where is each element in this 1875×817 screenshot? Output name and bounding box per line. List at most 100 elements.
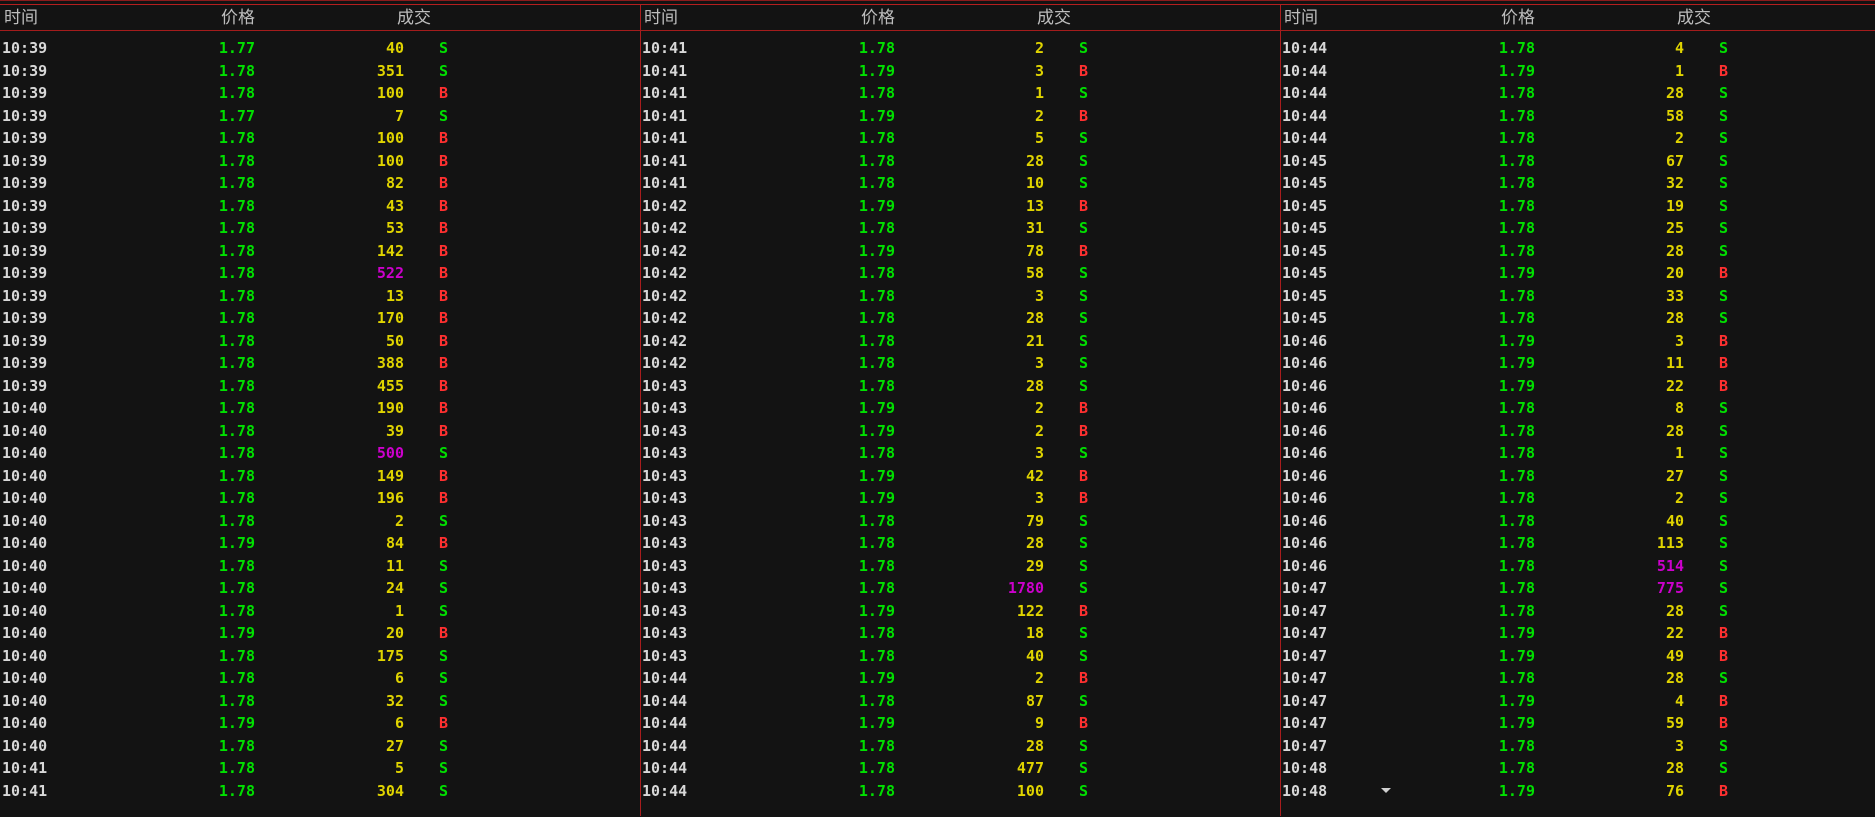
trade-row[interactable]: 10:47 1.79 49 B [1280, 645, 1875, 668]
trade-row[interactable]: 10:43 1.78 40 S [640, 645, 1280, 668]
trade-row[interactable]: 10:46 1.78 1 S [1280, 442, 1875, 465]
trade-row[interactable]: 10:45 1.78 33 S [1280, 285, 1875, 308]
trade-row[interactable]: 10:40 1.78 149 B [0, 465, 640, 488]
trade-row[interactable]: 10:47 1.79 22 B [1280, 622, 1875, 645]
trade-row[interactable]: 10:46 1.78 514 S [1280, 555, 1875, 578]
trade-row[interactable]: 10:45 1.78 25 S [1280, 217, 1875, 240]
trade-row[interactable]: 10:44 1.78 4 S [1280, 37, 1875, 60]
trade-row[interactable]: 10:40 1.78 190 B [0, 397, 640, 420]
trade-row[interactable]: 10:43 1.78 28 S [640, 375, 1280, 398]
trade-row[interactable]: 10:46 1.79 11 B [1280, 352, 1875, 375]
trade-row[interactable]: 10:40 1.79 20 B [0, 622, 640, 645]
trade-row[interactable]: 10:46 1.78 27 S [1280, 465, 1875, 488]
trade-row[interactable]: 10:41 1.79 3 B [640, 60, 1280, 83]
trade-row[interactable]: 10:40 1.78 27 S [0, 735, 640, 758]
trade-row[interactable]: 10:40 1.78 6 S [0, 667, 640, 690]
trade-row[interactable]: 10:39 1.78 142 B [0, 240, 640, 263]
trade-row[interactable]: 10:42 1.78 58 S [640, 262, 1280, 285]
trade-row[interactable]: 10:44 1.78 2 S [1280, 127, 1875, 150]
trade-row[interactable]: 10:44 1.78 100 S [640, 780, 1280, 803]
trade-row[interactable]: 10:44 1.78 477 S [640, 757, 1280, 780]
trade-row[interactable]: 10:40 1.78 2 S [0, 510, 640, 533]
trade-row[interactable]: 10:43 1.78 79 S [640, 510, 1280, 533]
trade-row[interactable]: 10:40 1.78 32 S [0, 690, 640, 713]
trade-rows[interactable]: 10:44 1.78 4 S 10:44 1.79 1 B 10:44 1.78 28 S 10:44 1… [1280, 37, 1875, 802]
trade-row[interactable]: 10:40 1.78 196 B [0, 487, 640, 510]
trade-row[interactable]: 10:47 1.78 28 S [1280, 600, 1875, 623]
trade-row[interactable]: 10:44 1.78 28 S [1280, 82, 1875, 105]
trade-row[interactable]: 10:43 1.79 2 B [640, 397, 1280, 420]
trade-row[interactable]: 10:40 1.78 175 S [0, 645, 640, 668]
trade-row[interactable]: 10:42 1.78 31 S [640, 217, 1280, 240]
trade-row[interactable]: 10:45 1.79 20 B [1280, 262, 1875, 285]
trade-row[interactable]: 10:43 1.79 2 B [640, 420, 1280, 443]
trade-row[interactable]: 10:40 1.78 500 S [0, 442, 640, 465]
trade-row[interactable]: 10:42 1.78 3 S [640, 285, 1280, 308]
trade-row[interactable]: 10:46 1.79 22 B [1280, 375, 1875, 398]
trade-row[interactable]: 10:46 1.78 113 S [1280, 532, 1875, 555]
trade-row[interactable]: 10:43 1.78 28 S [640, 532, 1280, 555]
trade-row[interactable]: 10:46 1.78 2 S [1280, 487, 1875, 510]
trade-row[interactable]: 10:43 1.78 3 S [640, 442, 1280, 465]
trade-row[interactable]: 10:47 1.78 3 S [1280, 735, 1875, 758]
trade-row[interactable]: 10:40 1.79 6 B [0, 712, 640, 735]
trade-row[interactable]: 10:44 1.79 1 B [1280, 60, 1875, 83]
trade-row[interactable]: 10:39 1.78 388 B [0, 352, 640, 375]
trade-row[interactable]: 10:40 1.79 84 B [0, 532, 640, 555]
trade-row[interactable]: 10:39 1.78 100 B [0, 150, 640, 173]
trade-row[interactable]: 10:39 1.78 53 B [0, 217, 640, 240]
trade-row[interactable]: 10:45 1.78 28 S [1280, 240, 1875, 263]
trade-row[interactable]: 10:39 1.78 43 B [0, 195, 640, 218]
trade-row[interactable]: 10:48 1.78 28 S [1280, 757, 1875, 780]
trade-row[interactable]: 10:48 1.79 76 B [1280, 780, 1875, 803]
trade-row[interactable]: 10:43 1.78 1780 S [640, 577, 1280, 600]
trade-row[interactable]: 10:45 1.78 28 S [1280, 307, 1875, 330]
trade-row[interactable]: 10:42 1.78 28 S [640, 307, 1280, 330]
trade-row[interactable]: 10:44 1.78 28 S [640, 735, 1280, 758]
trade-row[interactable]: 10:39 1.78 522 B [0, 262, 640, 285]
trade-row[interactable]: 10:39 1.77 40 S [0, 37, 640, 60]
trade-row[interactable]: 10:41 1.78 10 S [640, 172, 1280, 195]
trade-rows[interactable]: 10:39 1.77 40 S 10:39 1.78 351 S 10:39 1.78 100 B 10… [0, 37, 640, 802]
trade-row[interactable]: 10:40 1.78 24 S [0, 577, 640, 600]
trade-row[interactable]: 10:39 1.78 82 B [0, 172, 640, 195]
trade-row[interactable]: 10:45 1.78 67 S [1280, 150, 1875, 173]
trade-row[interactable]: 10:41 1.78 2 S [640, 37, 1280, 60]
trade-row[interactable]: 10:39 1.78 100 B [0, 82, 640, 105]
trade-row[interactable]: 10:41 1.79 2 B [640, 105, 1280, 128]
trade-row[interactable]: 10:43 1.78 18 S [640, 622, 1280, 645]
trade-row[interactable]: 10:44 1.78 87 S [640, 690, 1280, 713]
trade-row[interactable]: 10:42 1.78 21 S [640, 330, 1280, 353]
trade-row[interactable]: 10:41 1.78 1 S [640, 82, 1280, 105]
trade-row[interactable]: 10:41 1.78 304 S [0, 780, 640, 803]
trade-row[interactable]: 10:39 1.78 100 B [0, 127, 640, 150]
trade-row[interactable]: 10:40 1.78 1 S [0, 600, 640, 623]
trade-row[interactable]: 10:39 1.78 50 B [0, 330, 640, 353]
trade-row[interactable]: 10:43 1.79 42 B [640, 465, 1280, 488]
trade-row[interactable]: 10:43 1.79 122 B [640, 600, 1280, 623]
trade-row[interactable]: 10:47 1.78 775 S [1280, 577, 1875, 600]
trade-row[interactable]: 10:39 1.78 455 B [0, 375, 640, 398]
trade-row[interactable]: 10:42 1.79 78 B [640, 240, 1280, 263]
trade-row[interactable]: 10:44 1.78 58 S [1280, 105, 1875, 128]
trade-row[interactable]: 10:39 1.78 13 B [0, 285, 640, 308]
trade-rows[interactable]: 10:41 1.78 2 S 10:41 1.79 3 B 10:41 1.78 1 S 10:41 1.… [640, 37, 1280, 802]
trade-row[interactable]: 10:45 1.78 19 S [1280, 195, 1875, 218]
trade-row[interactable]: 10:40 1.78 39 B [0, 420, 640, 443]
trade-row[interactable]: 10:46 1.78 28 S [1280, 420, 1875, 443]
trade-row[interactable]: 10:39 1.77 7 S [0, 105, 640, 128]
trade-row[interactable]: 10:41 1.78 5 S [640, 127, 1280, 150]
trade-row[interactable]: 10:40 1.78 11 S [0, 555, 640, 578]
trade-row[interactable]: 10:39 1.78 170 B [0, 307, 640, 330]
trade-row[interactable]: 10:42 1.78 3 S [640, 352, 1280, 375]
trade-row[interactable]: 10:46 1.78 40 S [1280, 510, 1875, 533]
trade-row[interactable]: 10:43 1.79 3 B [640, 487, 1280, 510]
trade-row[interactable]: 10:45 1.78 32 S [1280, 172, 1875, 195]
trade-row[interactable]: 10:41 1.78 5 S [0, 757, 640, 780]
trade-row[interactable]: 10:46 1.79 3 B [1280, 330, 1875, 353]
trade-row[interactable]: 10:47 1.78 28 S [1280, 667, 1875, 690]
trade-row[interactable]: 10:42 1.79 13 B [640, 195, 1280, 218]
trade-row[interactable]: 10:47 1.79 4 B [1280, 690, 1875, 713]
trade-row[interactable]: 10:41 1.78 28 S [640, 150, 1280, 173]
trade-row[interactable]: 10:43 1.78 29 S [640, 555, 1280, 578]
